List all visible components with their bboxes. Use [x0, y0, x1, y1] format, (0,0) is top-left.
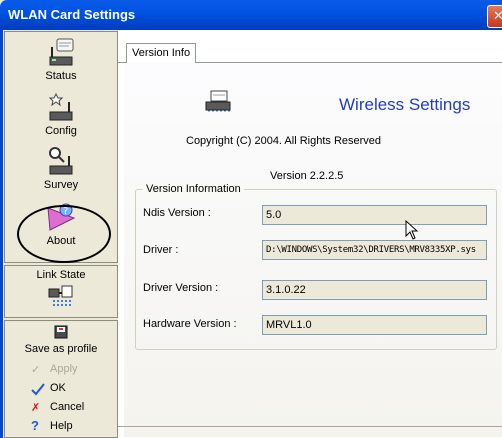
driver-field: D:\WINDOWS\System32\DRIVERS\MRV8335XP.sy…: [262, 240, 487, 260]
help-button[interactable]: ? Help: [5, 418, 117, 436]
checkmark-icon: ✓: [31, 364, 41, 376]
help-label: Help: [50, 420, 73, 432]
title-bar: WLAN Card Settings ✕: [0, 0, 502, 30]
save-profile-button[interactable]: Save as profile: [5, 322, 117, 360]
window-title: WLAN Card Settings: [8, 7, 136, 22]
survey-icon: [49, 147, 73, 175]
actions-panel: Save as profile ✓ Apply OK ✗ Cancel ? He…: [4, 320, 118, 438]
nav-item-survey-label: Survey: [43, 179, 79, 191]
bottom-divider: [118, 426, 502, 427]
help-icon: ?: [31, 418, 39, 433]
status-icon: [49, 38, 74, 66]
wireless-settings-icon: [205, 90, 231, 112]
nav-item-config-label: Config: [45, 125, 77, 137]
tab-version-info[interactable]: Version Info: [126, 43, 197, 63]
save-profile-icon: [54, 325, 68, 339]
driver-label: Driver :: [143, 244, 179, 256]
ok-label: OK: [50, 382, 66, 394]
link-state-icon[interactable]: [47, 283, 75, 311]
hardware-version-field: MRVL1.0: [262, 315, 487, 335]
link-state-panel: Link State: [4, 265, 118, 318]
version-text: Version 2.2.2.5: [270, 170, 344, 182]
config-icon: [48, 92, 73, 121]
close-icon: ✕: [493, 8, 502, 23]
close-button[interactable]: ✕: [487, 5, 502, 28]
cancel-button[interactable]: ✗ Cancel: [5, 399, 117, 417]
ok-button[interactable]: OK: [5, 380, 117, 398]
apply-label: Apply: [50, 363, 78, 375]
nav-item-config[interactable]: Config: [5, 90, 117, 137]
mouse-cursor-icon: [405, 220, 419, 240]
nav-item-status-label: Status: [45, 70, 77, 82]
driver-version-field: 3.1.0.22: [262, 280, 487, 300]
save-profile-label: Save as profile: [24, 343, 98, 355]
ndis-version-field: 5.0: [262, 205, 487, 225]
highlight-circle: [17, 205, 111, 263]
hardware-version-label: Hardware Version :: [143, 318, 237, 330]
page-title: Wireless Settings: [339, 95, 471, 114]
copyright-text: Copyright (C) 2004. All Rights Reserved: [186, 135, 382, 147]
cancel-icon: ✗: [31, 402, 41, 414]
ok-icon: [31, 383, 45, 396]
nav-item-status[interactable]: Status: [5, 35, 117, 82]
ndis-version-label: Ndis Version :: [143, 207, 211, 219]
nav-item-survey[interactable]: Survey: [5, 144, 117, 191]
version-info-group-label: Version Information: [143, 183, 244, 195]
driver-version-label: Driver Version :: [143, 282, 219, 294]
link-state-label: Link State: [36, 269, 86, 281]
cancel-label: Cancel: [50, 401, 85, 413]
apply-button[interactable]: ✓ Apply: [5, 361, 117, 379]
